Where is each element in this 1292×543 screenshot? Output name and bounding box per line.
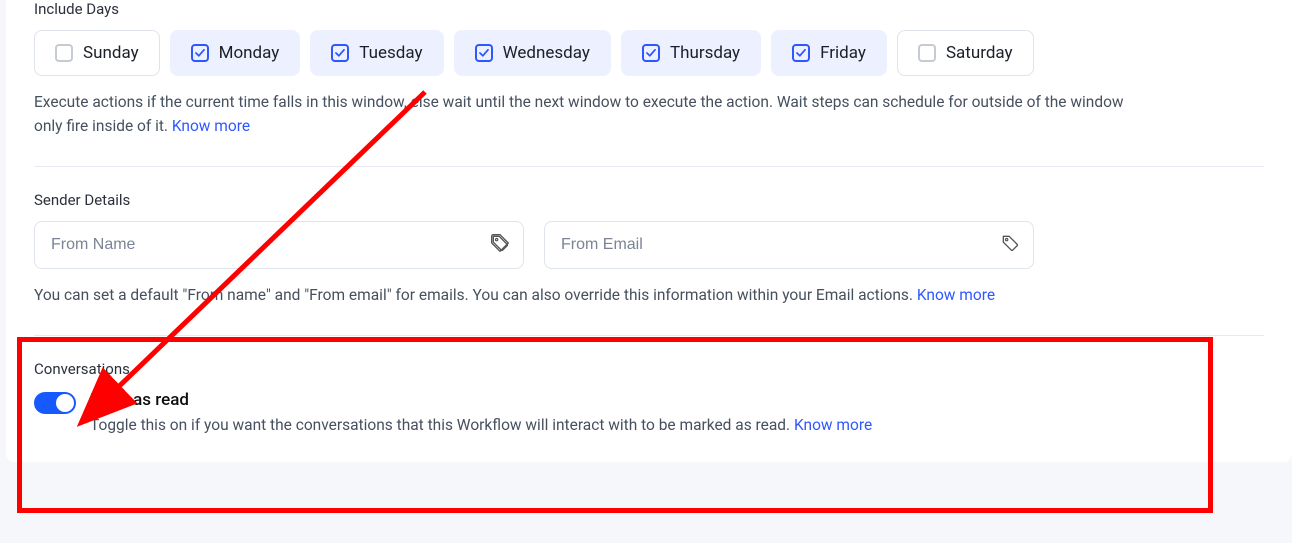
sender-details-help: You can set a default "From name" and "F…	[34, 283, 1264, 307]
divider	[34, 335, 1264, 336]
day-label: Monday	[219, 43, 280, 63]
day-chip-wednesday[interactable]: Wednesday	[454, 30, 611, 76]
sender-details-section: Sender Details You can set a default "Fr…	[34, 191, 1264, 307]
day-label: Wednesday	[503, 43, 590, 63]
day-chip-monday[interactable]: Monday	[170, 30, 301, 76]
day-chip-sunday[interactable]: Sunday	[34, 30, 160, 76]
include-days-title: Include Days	[34, 0, 1264, 18]
sender-details-title: Sender Details	[34, 191, 1264, 209]
know-more-link[interactable]: Know more	[794, 416, 872, 434]
tag-icon[interactable]	[490, 233, 510, 257]
mark-as-read-help: Toggle this on if you want the conversat…	[90, 416, 872, 434]
day-label: Friday	[820, 43, 866, 63]
know-more-link[interactable]: Know more	[917, 286, 995, 304]
from-email-input[interactable]	[544, 221, 1034, 269]
include-days-help: Execute actions if the current time fall…	[34, 90, 1264, 138]
day-chip-saturday[interactable]: Saturday	[897, 30, 1034, 76]
checkbox-icon	[918, 44, 936, 62]
checkbox-icon	[331, 44, 349, 62]
include-days-section: Include Days Sunday Monday T	[34, 0, 1264, 138]
know-more-link[interactable]: Know more	[172, 117, 250, 135]
day-label: Tuesday	[359, 43, 422, 63]
tag-icon[interactable]	[1000, 233, 1020, 257]
day-label: Sunday	[83, 43, 139, 63]
day-chip-thursday[interactable]: Thursday	[621, 30, 761, 76]
mark-as-read-label: Mark as read	[90, 390, 872, 410]
day-chip-friday[interactable]: Friday	[771, 30, 887, 76]
mark-as-read-toggle[interactable]	[34, 392, 76, 414]
checkbox-icon	[475, 44, 493, 62]
checkbox-icon	[642, 44, 660, 62]
divider	[34, 166, 1264, 167]
day-label: Thursday	[670, 43, 740, 63]
checkbox-icon	[792, 44, 810, 62]
days-row: Sunday Monday Tuesday Wedn	[34, 30, 1264, 76]
checkbox-icon	[191, 44, 209, 62]
day-label: Saturday	[946, 43, 1013, 63]
day-chip-tuesday[interactable]: Tuesday	[310, 30, 443, 76]
checkbox-icon	[55, 44, 73, 62]
from-name-input[interactable]	[34, 221, 524, 269]
toggle-knob	[56, 394, 74, 412]
conversations-title: Conversations	[34, 360, 1264, 378]
conversations-section: Conversations Mark as read Toggle this o…	[34, 360, 1264, 434]
